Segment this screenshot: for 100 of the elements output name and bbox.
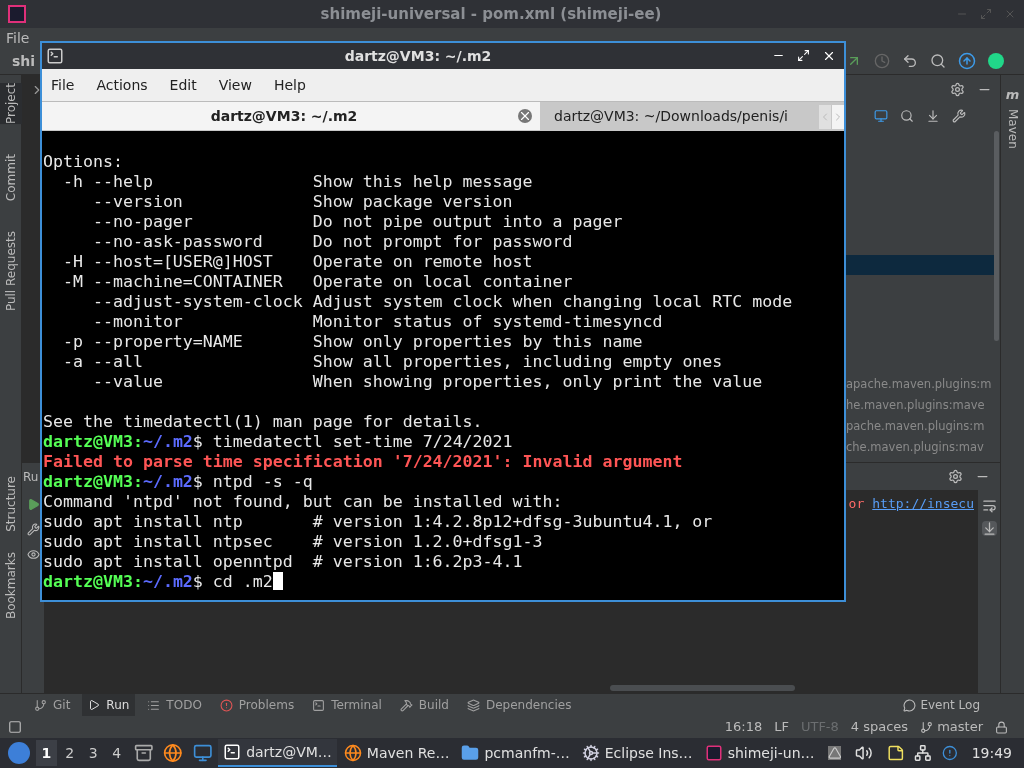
- tool-tab[interactable]: Dependencies: [461, 693, 578, 717]
- menu-item[interactable]: Edit: [169, 74, 197, 96]
- network-icon[interactable]: [914, 744, 932, 762]
- status-item[interactable]: 4 spaces: [850, 717, 909, 737]
- tool-tab[interactable]: Git: [28, 693, 77, 717]
- prompt-line: dartz@VM3:~/.m2$ timedatectl set-time 7/24/2021: [43, 432, 514, 452]
- undo-icon[interactable]: [902, 53, 918, 69]
- window-title: shimeji-universal - pom.xml (shimeji-ee): [320, 3, 662, 25]
- list-icon: [147, 698, 161, 712]
- terminal-line: -p --property=NAME Show only properties by this name: [61, 332, 644, 352]
- console-link[interactable]: http://insecu: [872, 494, 974, 514]
- event-log-button[interactable]: Event Log: [903, 696, 996, 714]
- side-tool-tab[interactable]: Project: [0, 83, 22, 125]
- side-tool-tab[interactable]: Bookmarks: [0, 552, 22, 620]
- eye-icon[interactable]: [26, 548, 40, 561]
- error-line: Failed to parse time specification '7/24/2021': Invalid argument: [43, 452, 684, 472]
- terminal-line: sudo apt install openntpd # version 1:6.2p3-4.1: [43, 552, 524, 572]
- globe-icon: [343, 744, 362, 762]
- tree-item: pache.maven.plugins:m: [846, 418, 986, 435]
- wrench-icon[interactable]: [952, 109, 966, 123]
- status-item[interactable]: 16:18: [724, 717, 763, 737]
- tool-tab[interactable]: TODO: [141, 693, 208, 717]
- wrap-icon[interactable]: [981, 498, 997, 513]
- tool-tab[interactable]: Problems: [213, 693, 301, 717]
- plugin-logo-icon: [988, 53, 1004, 69]
- terminal-icon: [223, 743, 242, 761]
- desktop-icon[interactable]: [192, 743, 213, 763]
- desktop-button[interactable]: 3: [82, 740, 104, 766]
- play-icon[interactable]: [26, 498, 40, 511]
- branch-icon: [920, 720, 934, 734]
- layers-icon: [467, 698, 480, 712]
- tool-tab[interactable]: Build: [393, 693, 455, 717]
- archive-icon[interactable]: [133, 743, 154, 763]
- terminal-line: sudo apt install ntp # version 1:4.2.8p12+dfsg-3ubuntu4.1, or: [43, 512, 714, 532]
- monitor-icon[interactable]: [874, 109, 888, 123]
- menu-item[interactable]: File: [6, 27, 30, 49]
- terminal-line: -H --host=[USER@]HOST Operate on remote host: [61, 252, 534, 272]
- globe-icon[interactable]: [163, 743, 183, 763]
- terminal-line: --adjust-system-clock Adjust system clock when changing local RTC mode: [91, 292, 794, 312]
- prompt-line: dartz@VM3:~/.m2$ cd .m2: [43, 572, 844, 592]
- settings-icon[interactable]: [948, 469, 963, 484]
- terminal-line: --monitor Monitor status of systemd-timesyncd: [91, 312, 664, 332]
- desktop-button[interactable]: 4: [106, 740, 128, 766]
- notification-icon[interactable]: [942, 745, 958, 761]
- lock-icon[interactable]: [995, 720, 1008, 734]
- scroll-end-icon[interactable]: [981, 521, 997, 536]
- layout-icon[interactable]: [8, 720, 22, 734]
- search-icon[interactable]: [930, 53, 946, 69]
- desktop-button[interactable]: 1: [35, 740, 57, 766]
- tree-item: he.maven.plugins:mave: [846, 397, 986, 414]
- taskbar-task[interactable]: shimeji-un…: [699, 739, 820, 767]
- maven-icon: m: [1005, 85, 1020, 105]
- project-name: shi: [12, 51, 36, 71]
- menu-item[interactable]: File: [51, 74, 75, 96]
- desktop-button[interactable]: 2: [59, 740, 81, 766]
- side-tool-tab[interactable]: Maven: [1003, 108, 1022, 149]
- terminal-line: -M --machine=CONTAINER Operate on local container: [61, 272, 574, 292]
- app-icon: [704, 744, 723, 762]
- panel-title: Ru: [23, 468, 39, 486]
- maximize-icon[interactable]: [797, 49, 810, 62]
- notes-icon[interactable]: [886, 744, 905, 762]
- side-tool-tab[interactable]: Structure: [0, 476, 22, 533]
- branch-widget[interactable]: master: [920, 717, 983, 737]
- terminal-line: Options:: [43, 152, 124, 172]
- collapse-icon[interactable]: [926, 109, 940, 123]
- menu-item[interactable]: View: [218, 74, 252, 96]
- status-item[interactable]: LF: [774, 717, 789, 737]
- menu-item[interactable]: Actions: [96, 74, 148, 96]
- taskbar-task[interactable]: pcmanfm-…: [456, 739, 575, 767]
- terminal-line: Command 'ntpd' not found, but can be installed with:: [43, 492, 564, 512]
- console-text: or: [848, 495, 865, 513]
- play-icon: [88, 699, 101, 711]
- terminal-line: --value When showing properties, only print the value: [91, 372, 764, 392]
- taskbar-task[interactable]: Eclipse Ins…: [576, 739, 698, 767]
- side-tool-tab[interactable]: Commit: [0, 154, 22, 202]
- scrollbar-thumb[interactable]: [610, 685, 795, 691]
- side-tool-tab[interactable]: Pull Requests: [0, 231, 22, 312]
- app-logo-icon: [8, 5, 26, 23]
- volume-icon[interactable]: [855, 744, 873, 762]
- close-tab-icon[interactable]: [518, 109, 532, 123]
- search-icon[interactable]: [900, 109, 914, 123]
- tree-item: che.maven.plugins:mav: [846, 439, 985, 456]
- close-icon[interactable]: [822, 49, 836, 63]
- scrollbar-thumb[interactable]: [994, 131, 999, 341]
- update-icon[interactable]: [958, 52, 976, 70]
- tool-tab[interactable]: Run: [82, 693, 136, 717]
- wrench-icon[interactable]: [26, 523, 40, 536]
- taskbar-task[interactable]: Maven Re…: [338, 739, 455, 767]
- tool-tab[interactable]: Terminal: [306, 693, 388, 717]
- terminal-line: -a --all Show all properties, including empty ones: [61, 352, 724, 372]
- clock: 19:49: [970, 743, 1013, 763]
- settings-icon[interactable]: [950, 81, 965, 97]
- speech-bubble-icon: [903, 698, 917, 712]
- session-tab[interactable]: dartz@VM3: ~/.m2: [42, 102, 540, 130]
- prompt-line: dartz@VM3:~/.m2$ ntpd -s -q: [43, 472, 314, 492]
- tree-item: apache.maven.plugins:m: [846, 376, 993, 393]
- eject-icon[interactable]: [827, 746, 842, 760]
- start-menu-icon[interactable]: [8, 742, 30, 764]
- taskbar-task[interactable]: dartz@VM…: [218, 739, 337, 767]
- menu-item[interactable]: Help: [273, 74, 306, 96]
